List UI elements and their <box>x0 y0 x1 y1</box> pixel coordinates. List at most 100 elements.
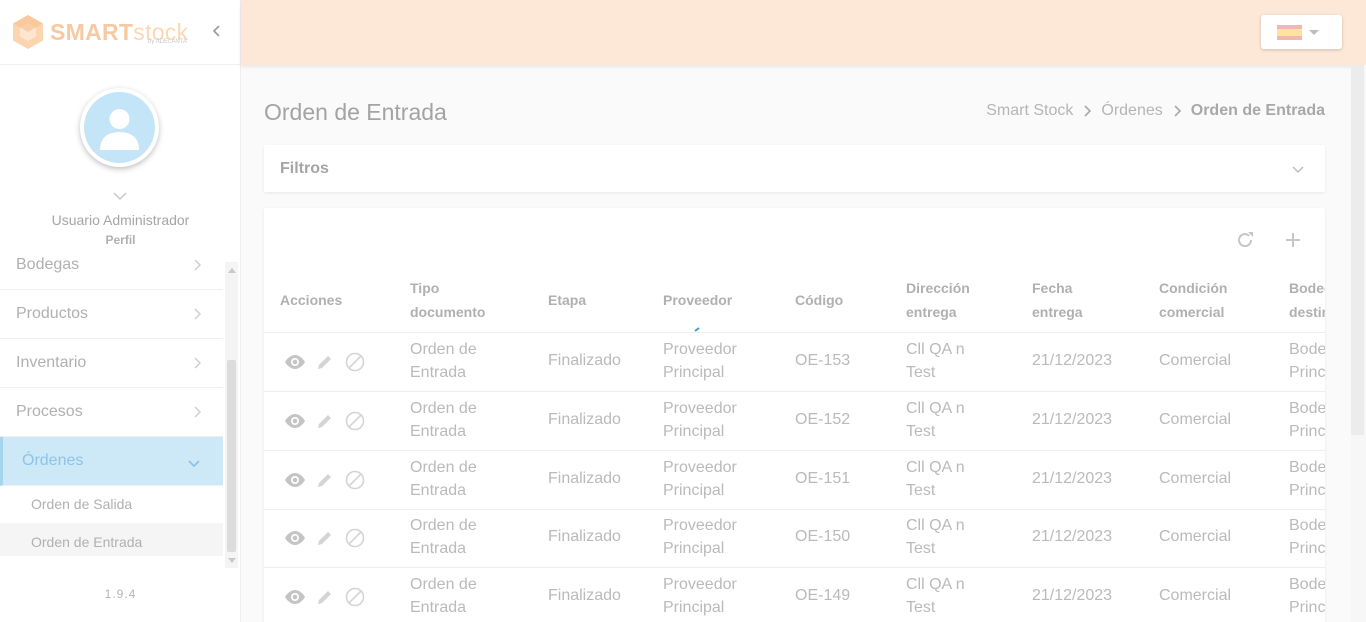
view-eye-icon[interactable] <box>284 410 306 432</box>
cell-direccion-entrega: Cll QA n Test <box>906 517 965 557</box>
filters-panel[interactable]: Filtros <box>264 145 1325 192</box>
chevron-down-icon <box>187 456 201 474</box>
breadcrumb-item-smart-stock[interactable]: Smart Stock <box>986 102 1073 120</box>
cell-codigo: OE-153 <box>795 352 851 369</box>
chevron-right-icon <box>193 258 202 277</box>
sidebar-item-productos[interactable]: Productos <box>0 290 223 339</box>
column-header-proveedor[interactable]: Proveedor <box>663 288 732 312</box>
cell-tipo-documento: Orden de Entrada <box>410 576 477 616</box>
sidebar-item-label: Procesos <box>16 403 83 420</box>
avatar[interactable] <box>80 88 159 167</box>
cell-condicion-comercial: Comercial <box>1159 411 1232 428</box>
chevron-right-icon <box>193 307 202 326</box>
column-header-codigo[interactable]: Código <box>795 288 843 312</box>
cell-etapa: Finalizado <box>548 411 621 428</box>
cell-etapa: Finalizado <box>548 528 621 545</box>
sidebar-scrollbar-thumb[interactable] <box>227 360 236 552</box>
cell-condicion-comercial: Comercial <box>1159 528 1232 545</box>
user-icon <box>84 92 155 163</box>
cell-proveedor: Proveedor Principal <box>663 576 737 616</box>
column-header-etapa[interactable]: Etapa <box>548 288 586 312</box>
cancel-ban-icon[interactable] <box>344 469 366 491</box>
cell-etapa: Finalizado <box>548 352 621 369</box>
sidebar-item-label: Inventario <box>16 354 87 371</box>
cell-fecha-entrega: 21/12/2023 <box>1032 470 1113 487</box>
add-icon[interactable] <box>1282 229 1304 251</box>
page-title: Orden de Entrada <box>264 99 447 125</box>
user-name: Usuario Administrador <box>51 212 190 228</box>
refresh-icon[interactable] <box>1234 229 1256 251</box>
chevron-down-icon[interactable] <box>1291 162 1305 180</box>
orders-table-card: Acciones Tipo documento Etapa Proveedor C… <box>264 208 1325 622</box>
table-row: Orden de Entrada Finalizado Proveedor Princi… <box>264 451 1325 510</box>
table-row: Orden de Entrada Finalizado Proveedor Princi… <box>264 392 1325 451</box>
cell-tipo-documento: Orden de Entrada <box>410 517 477 557</box>
table-row: Orden de Entrada Finalizado Proveedor Princi… <box>264 509 1325 568</box>
chevron-left-icon <box>212 25 220 37</box>
cell-direccion-entrega: Cll QA n Test <box>906 341 965 381</box>
table-row: Orden de Entrada Finalizado Proveedor Princi… <box>264 333 1325 392</box>
column-header-fecha-entrega[interactable]: Fecha entrega <box>1032 276 1083 324</box>
sidebar-item-procesos[interactable]: Procesos <box>0 388 223 437</box>
sidebar-item-bodegas[interactable]: Bodegas <box>0 256 223 290</box>
column-header-condicion-comercial[interactable]: Condición comercial <box>1159 276 1227 324</box>
edit-pencil-icon[interactable] <box>314 410 336 432</box>
chevron-right-icon <box>193 405 202 424</box>
column-header-direccion-entrega[interactable]: Dirección entrega <box>906 276 970 324</box>
submenu-item-orden-salida[interactable]: Orden de Salida <box>0 485 223 523</box>
view-eye-icon[interactable] <box>284 469 306 491</box>
sidebar-menu: Bodegas Productos Inventario Procesos Ór… <box>0 256 223 556</box>
page-scrollbar-thumb[interactable] <box>1351 65 1364 435</box>
view-eye-icon[interactable] <box>284 586 306 608</box>
cancel-ban-icon[interactable] <box>344 410 366 432</box>
sidebar-item-ordenes[interactable]: Órdenes <box>0 437 223 486</box>
cell-codigo: OE-149 <box>795 587 851 604</box>
cell-fecha-entrega: 21/12/2023 <box>1032 352 1113 369</box>
view-eye-icon[interactable] <box>284 527 306 549</box>
submenu-item-orden-entrada[interactable]: Orden de Entrada <box>0 523 223 556</box>
breadcrumb-item-ordenes[interactable]: Órdenes <box>1101 102 1162 120</box>
scroll-up-icon[interactable] <box>228 268 236 273</box>
cell-fecha-entrega: 21/12/2023 <box>1032 528 1113 545</box>
column-header-acciones: Acciones <box>280 292 343 308</box>
cancel-ban-icon[interactable] <box>344 586 366 608</box>
cell-codigo: OE-150 <box>795 528 851 545</box>
cell-codigo: OE-152 <box>795 411 851 428</box>
cancel-ban-icon[interactable] <box>344 351 366 373</box>
column-header-tipo-documento[interactable]: Tipo documento <box>410 276 485 324</box>
profile-section: Usuario Administrador Perfil <box>0 66 241 256</box>
cell-proveedor: Proveedor Principal <box>663 517 737 557</box>
collapse-sidebar-button[interactable] <box>210 23 224 39</box>
cell-bodega-destino: Bode Princ <box>1289 341 1325 381</box>
edit-pencil-icon[interactable] <box>314 527 336 549</box>
row-actions <box>284 527 366 549</box>
cell-condicion-comercial: Comercial <box>1159 352 1232 369</box>
cancel-ban-icon[interactable] <box>344 527 366 549</box>
brand-subtitle: by ADELANTA <box>148 39 187 45</box>
row-actions <box>284 410 366 432</box>
edit-pencil-icon[interactable] <box>314 586 336 608</box>
column-header-bodega-destino[interactable]: Bodegdestin <box>1289 276 1325 324</box>
cell-proveedor: Proveedor Principal <box>663 341 737 381</box>
user-role: Perfil <box>105 233 136 247</box>
caret-down-icon <box>1309 29 1319 35</box>
cell-tipo-documento: Orden de Entrada <box>410 341 477 381</box>
scroll-down-icon[interactable] <box>228 558 236 563</box>
edit-pencil-icon[interactable] <box>314 351 336 373</box>
smartstock-logo-icon <box>11 14 45 50</box>
app-version: 1.9.4 <box>104 587 137 601</box>
chevron-right-icon <box>1173 105 1181 117</box>
cell-tipo-documento: Orden de Entrada <box>410 459 477 499</box>
language-selector[interactable] <box>1261 15 1342 49</box>
cell-bodega-destino: Bode Princ <box>1289 459 1325 499</box>
sidebar: SMARTstock by ADELANTA Usuario Administr… <box>0 0 241 622</box>
cell-direccion-entrega: Cll QA n Test <box>906 400 965 440</box>
sidebar-item-inventario[interactable]: Inventario <box>0 339 223 388</box>
sidebar-item-label: Productos <box>16 305 89 322</box>
filters-title: Filtros <box>280 160 329 177</box>
cell-bodega-destino: Bode Princ <box>1289 576 1325 616</box>
view-eye-icon[interactable] <box>284 351 306 373</box>
row-actions <box>284 351 366 373</box>
edit-pencil-icon[interactable] <box>314 469 336 491</box>
profile-dropdown-icon[interactable] <box>112 188 128 206</box>
